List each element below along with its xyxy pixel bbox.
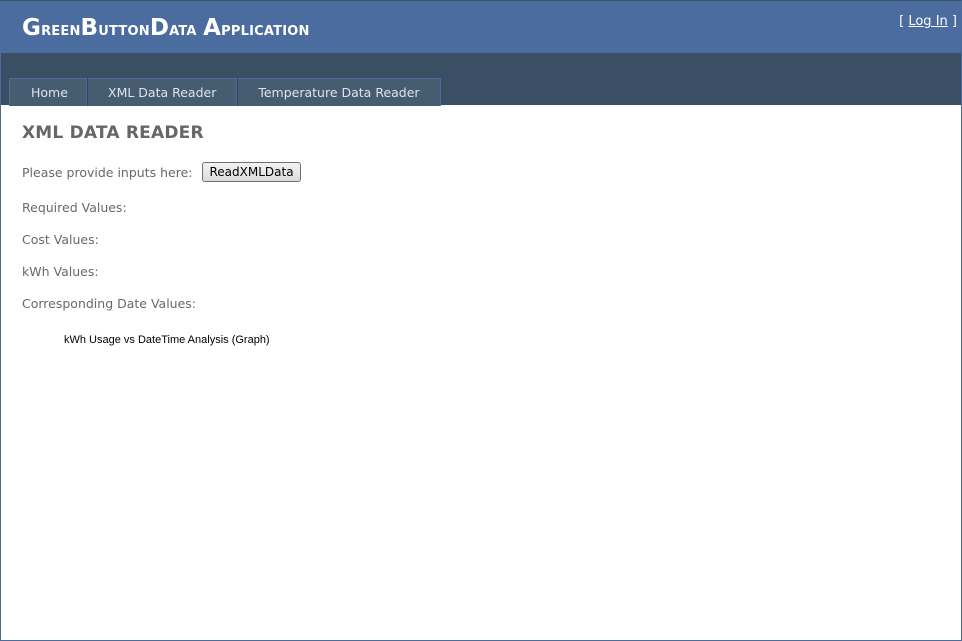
input-prompt-row: Please provide inputs here: ReadXMLData (22, 162, 301, 182)
date-values-label: Corresponding Date Values: (22, 296, 197, 311)
title-word-4: Application (203, 15, 310, 41)
title-word-1: Green (22, 15, 81, 41)
title-word-3: Data (149, 15, 204, 41)
cost-values-label: Cost Values: (22, 232, 99, 247)
nav-menubar: Home XML Data Reader Temperature Data Re… (1, 53, 961, 106)
app-window: GreenButtonData Application [ Log In ] H… (0, 0, 962, 641)
login-bracket-open: [ (899, 14, 909, 29)
graph-title: kWh Usage vs DateTime Analysis (Graph) (64, 334, 270, 346)
login-bracket-close: ] (947, 14, 957, 29)
nav-item-xml-data-reader[interactable]: XML Data Reader (87, 78, 238, 106)
page-title: XML DATA READER (22, 123, 204, 143)
login-link[interactable]: Log In (908, 14, 947, 29)
title-word-2: Button (80, 15, 150, 41)
nav-menu: Home XML Data Reader Temperature Data Re… (9, 78, 441, 106)
nav-item-home[interactable]: Home (9, 78, 87, 106)
kwh-values-label: kWh Values: (22, 264, 99, 279)
required-values-label: Required Values: (22, 200, 127, 215)
read-xml-data-button[interactable]: ReadXMLData (202, 162, 301, 182)
main-content: XML DATA READER (1, 105, 961, 143)
prompt-label: Please provide inputs here: (22, 164, 193, 180)
nav-item-temperature-data-reader[interactable]: Temperature Data Reader (237, 78, 441, 106)
login-display: [ Log In ] (899, 14, 957, 29)
app-title: GreenButtonData Application (22, 15, 310, 41)
site-header: GreenButtonData Application [ Log In ] (1, 1, 961, 53)
